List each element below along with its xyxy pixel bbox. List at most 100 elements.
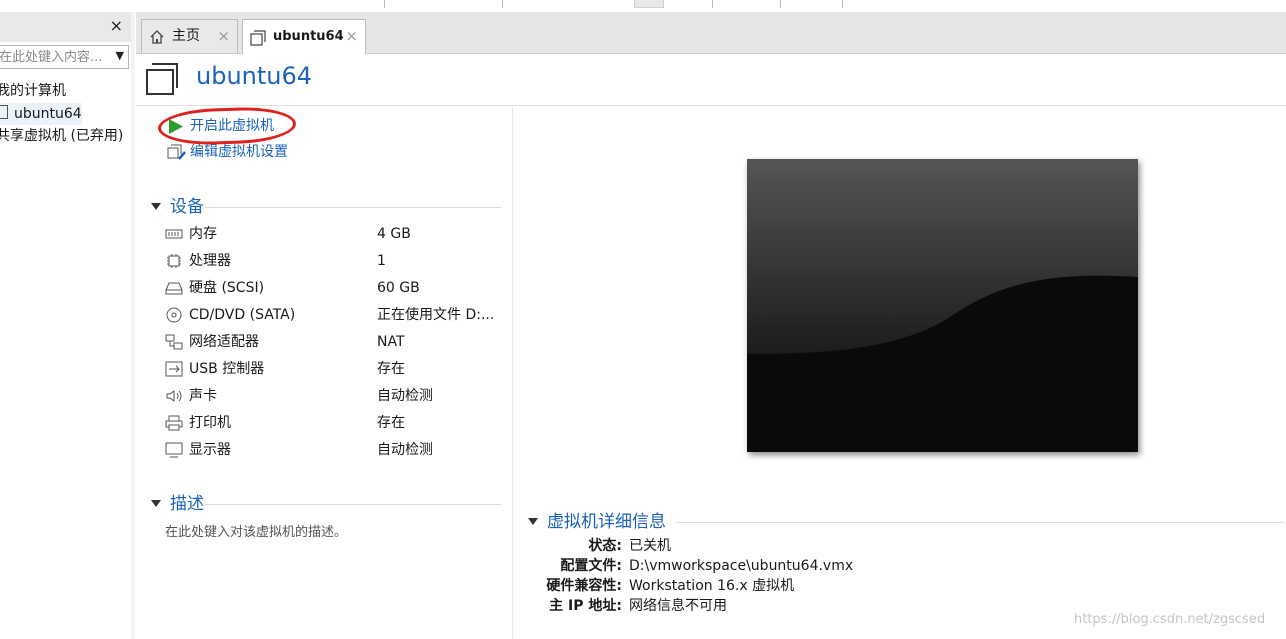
device-row-memory[interactable]: 内存 4 GB — [165, 223, 505, 245]
edit-settings-icon — [167, 144, 186, 160]
toolbar-separator — [780, 0, 781, 8]
vm-icon — [250, 30, 266, 46]
cpu-icon — [167, 254, 181, 268]
detail-label: 配置文件: — [560, 558, 622, 574]
device-row-display[interactable]: 显示器 自动检测 — [165, 439, 505, 461]
device-value: NAT — [377, 334, 405, 350]
vm-icon — [0, 105, 8, 119]
tab-ubuntu64[interactable]: ubuntu64 × — [242, 19, 366, 54]
detail-value: Workstation 16.x 虚拟机 — [629, 578, 795, 594]
device-value: 正在使用文件 D:... — [377, 307, 495, 323]
device-row-harddisk[interactable]: 硬盘 (SCSI) 60 GB — [165, 277, 505, 299]
device-row-usb[interactable]: USB 控制器 存在 — [165, 358, 505, 380]
section-divider — [676, 522, 1284, 523]
collapse-triangle-icon — [151, 203, 161, 210]
devices-section-header[interactable]: 设备 — [151, 197, 204, 217]
section-divider — [205, 207, 501, 208]
toolbar-separator — [384, 0, 385, 8]
detail-value: 网络信息不可用 — [629, 598, 727, 614]
section-title: 描述 — [170, 494, 204, 514]
tab-label: ubuntu64 — [273, 29, 344, 44]
sidebar-close-button[interactable]: × — [110, 16, 123, 35]
vm-large-icon — [146, 63, 178, 95]
device-row-printer[interactable]: 打印机 存在 — [165, 412, 505, 434]
device-value: 自动检测 — [377, 388, 433, 404]
device-row-cdrom[interactable]: CD/DVD (SATA) 正在使用文件 D:... — [165, 304, 505, 326]
memory-icon — [165, 229, 183, 239]
display-icon — [165, 442, 183, 458]
device-value: 1 — [377, 253, 386, 269]
detail-label: 主 IP 地址: — [549, 598, 622, 614]
tree-item-label: 我的计算机 — [0, 83, 66, 99]
tab-close-button[interactable]: × — [217, 20, 230, 53]
device-name: 显示器 — [189, 442, 231, 458]
vm-screen-thumbnail[interactable] — [747, 159, 1138, 452]
printer-icon — [165, 415, 183, 431]
device-name: 内存 — [189, 226, 217, 242]
device-row-sound[interactable]: 声卡 自动检测 — [165, 385, 505, 407]
toolbar-strip — [0, 0, 1286, 12]
detail-row-ip: 主 IP 地址: 网络信息不可用 — [530, 596, 1130, 616]
sound-icon — [166, 390, 182, 402]
detail-row-hw-compat: 硬件兼容性: Workstation 16.x 虚拟机 — [530, 576, 1130, 596]
device-name: 声卡 — [189, 388, 217, 404]
detail-value: D:\vmworkspace\ubuntu64.vmx — [629, 558, 854, 574]
device-row-processor[interactable]: 处理器 1 — [165, 250, 505, 272]
harddisk-icon — [165, 282, 183, 295]
toolbar-button[interactable] — [634, 0, 664, 8]
toolbar-separator — [502, 0, 503, 8]
thumbnail-gloss — [747, 159, 1138, 354]
device-row-network[interactable]: 网络适配器 NAT — [165, 331, 505, 353]
cdrom-icon — [166, 307, 182, 323]
pane-divider — [512, 106, 513, 639]
library-sidebar: × ▼ 我的计算机 ubuntu64 共享虚拟机 (已弃用) — [0, 12, 132, 639]
device-name: CD/DVD (SATA) — [189, 307, 296, 323]
tab-label: 主页 — [172, 28, 200, 44]
section-title: 虚拟机详细信息 — [547, 512, 666, 532]
collapse-triangle-icon — [528, 518, 538, 525]
tree-item-label: ubuntu64 — [14, 106, 82, 122]
device-name: USB 控制器 — [189, 361, 265, 377]
sidebar-header: × — [0, 12, 131, 42]
tree-item-label: 共享虚拟机 (已弃用) — [0, 128, 124, 144]
library-search-input[interactable] — [0, 48, 103, 66]
edit-settings-label: 编辑虚拟机设置 — [190, 144, 288, 160]
header-divider — [136, 105, 1286, 106]
device-value: 60 GB — [377, 280, 420, 296]
section-divider — [205, 504, 501, 505]
home-icon — [150, 30, 164, 44]
detail-row-config-file: 配置文件: D:\vmworkspace\ubuntu64.vmx — [530, 556, 1130, 576]
device-value: 自动检测 — [377, 442, 433, 458]
section-title: 设备 — [170, 197, 204, 217]
watermark: https://blog.csdn.net/zgscsed — [1074, 612, 1266, 627]
device-value: 4 GB — [377, 226, 411, 242]
tab-home[interactable]: 主页 × — [141, 19, 238, 53]
tab-close-button[interactable]: × — [345, 20, 358, 53]
detail-value: 已关机 — [629, 538, 671, 554]
collapse-triangle-icon — [151, 500, 161, 507]
vm-title: ubuntu64 — [196, 62, 313, 90]
detail-label: 硬件兼容性: — [546, 578, 622, 594]
library-search[interactable]: ▼ — [0, 45, 129, 69]
description-text[interactable]: 在此处键入对该虚拟机的描述。 — [165, 521, 347, 540]
sidebar-splitter[interactable] — [131, 12, 135, 639]
device-name: 处理器 — [189, 253, 231, 269]
usb-icon — [165, 361, 183, 377]
annotation-circle — [157, 105, 297, 147]
device-name: 打印机 — [189, 415, 231, 431]
toolbar-separator — [712, 0, 713, 8]
tree-item-ubuntu64[interactable]: ubuntu64 — [0, 103, 82, 125]
details-section-header[interactable]: 虚拟机详细信息 — [528, 512, 666, 532]
device-value: 存在 — [377, 361, 405, 377]
search-dropdown-icon[interactable]: ▼ — [116, 49, 124, 62]
tab-bar: 主页 × ubuntu64 × — [136, 12, 1286, 54]
toolbar-separator — [842, 0, 843, 8]
device-name: 网络适配器 — [189, 334, 259, 350]
edit-settings-link[interactable]: 编辑虚拟机设置 — [166, 142, 288, 162]
tree-item-my-computer[interactable]: 我的计算机 — [0, 80, 66, 102]
description-section-header[interactable]: 描述 — [151, 494, 204, 514]
tree-item-shared-vms[interactable]: 共享虚拟机 (已弃用) — [0, 125, 123, 147]
device-value: 存在 — [377, 415, 405, 431]
network-icon — [165, 334, 183, 350]
detail-row-state: 状态: 已关机 — [530, 536, 1130, 556]
